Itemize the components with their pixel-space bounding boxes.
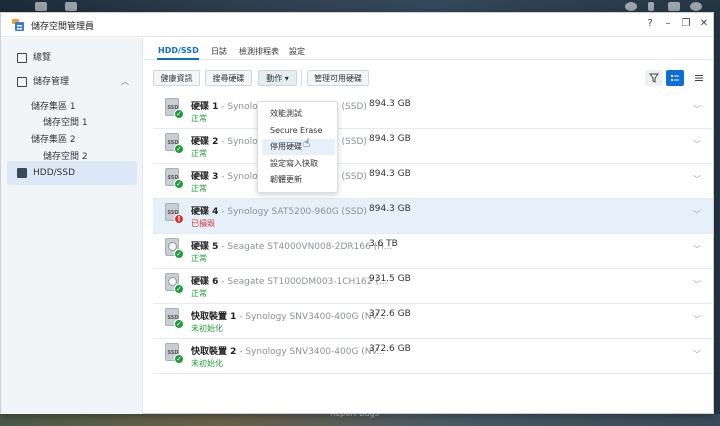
widget-icon[interactable]	[668, 2, 680, 11]
caret-down-icon: ▾	[284, 74, 289, 83]
list-item[interactable]: SSD ✓ 快取裝置 2 - Synology SNV3400-400G (NV…	[153, 339, 713, 374]
tab-hdd-ssd[interactable]: HDD/SSD	[158, 46, 199, 55]
list-item[interactable]: SSD ✓ 硬碟 1 - Synology SAT5200-960G (SSD)…	[153, 94, 713, 129]
menu-item-write-cache[interactable]: 設定寫入快取	[262, 156, 335, 172]
chevron-up-icon[interactable]: ︿	[121, 70, 129, 94]
storage-manager-icon	[12, 19, 24, 31]
storage-manager-window: 儲存空間管理員 ? – ❐ ✕ 總覽 儲存管理 ︿ 儲存集區 1 儲存空間 1 …	[0, 12, 714, 414]
error-icon: !	[174, 214, 184, 224]
taskbar-app-icon[interactable]	[65, 2, 77, 11]
health-info-button[interactable]: 健康資訊	[153, 70, 200, 86]
user-icon[interactable]	[648, 2, 654, 11]
list-item[interactable]: ✓ 硬碟 5 - Seagate ST4000VN008-2DR166 (H..…	[153, 234, 713, 269]
sidebar-item-label: HDD/SSD	[33, 168, 76, 178]
list-view-icon[interactable]	[666, 70, 684, 86]
chevron-down-icon[interactable]: ﹀	[693, 139, 701, 150]
list-item[interactable]: SSD ✓ 硬碟 2 - Synology SAT5200-960G (SSD)…	[153, 129, 713, 164]
main-panel: HDD/SSD 日誌 檢測排程表 設定 健康資訊 搜尋硬碟 動作 ▾ 管理可用硬…	[144, 38, 713, 414]
sidebar-item-overview[interactable]: 總覽	[7, 46, 137, 70]
sidebar-item-volume1[interactable]: 儲存空間 1	[43, 115, 88, 128]
disk-icon	[17, 168, 27, 178]
tab-log[interactable]: 日誌	[211, 46, 227, 57]
title-bar: 儲存空間管理員 ? – ❐ ✕	[1, 13, 713, 37]
storage-icon	[17, 77, 27, 87]
search-disk-button[interactable]: 搜尋硬碟	[205, 70, 252, 86]
close-icon[interactable]: ✕	[697, 17, 711, 31]
chevron-down-icon[interactable]: ﹀	[693, 104, 701, 115]
disk-status: 正常	[191, 254, 207, 263]
list-item[interactable]: ✓ 硬碟 6 - Seagate ST1000DM003-1CH162 (...…	[153, 269, 713, 304]
overview-icon	[17, 53, 27, 63]
sidebar-item-storage[interactable]: 儲存管理 ︿	[7, 70, 137, 94]
disk-capacity: 894.3 GB	[369, 204, 411, 214]
menu-item-deactivate-disk[interactable]: 停用硬碟	[262, 139, 335, 155]
chevron-down-icon[interactable]: ﹀	[693, 244, 701, 255]
action-button[interactable]: 動作 ▾	[258, 70, 297, 86]
maximize-icon[interactable]: ❐	[679, 17, 693, 31]
disk-name: 快取裝置 2 - Synology SNV3400-400G (NV...	[191, 347, 386, 357]
action-dropdown-menu: 效能測試 Secure Erase 停用硬碟 設定寫入快取 韌體更新	[257, 101, 338, 193]
list-item[interactable]: SSD ✓ 快取裝置 1 - Synology SNV3400-400G (NV…	[153, 304, 713, 339]
disk-name: 硬碟 6 - Seagate ST1000DM003-1CH162 (...	[191, 277, 388, 287]
sidebar-item-pool2[interactable]: 儲存集區 2	[31, 132, 76, 145]
help-icon[interactable]: ?	[643, 17, 657, 31]
taskbar-app-icon[interactable]	[35, 2, 47, 11]
ok-check-icon: ✓	[174, 109, 184, 119]
sidebar-item-label: 總覽	[33, 53, 52, 63]
ok-check-icon: ✓	[174, 354, 184, 364]
manage-available-disks-button[interactable]: 管理可用硬碟	[307, 70, 369, 86]
chevron-down-icon[interactable]: ﹀	[693, 314, 701, 325]
chevron-down-icon[interactable]: ﹀	[693, 209, 701, 220]
chevron-down-icon[interactable]: ﹀	[693, 174, 701, 185]
menu-item-performance-test[interactable]: 效能測試	[262, 106, 335, 122]
disk-name: 快取裝置 1 - Synology SNV3400-400G (NV...	[191, 312, 386, 322]
disk-capacity: 372.6 GB	[369, 309, 411, 319]
disk-status: 已損毀	[191, 219, 215, 228]
disk-capacity: 894.3 GB	[369, 99, 411, 109]
sidebar-item-hdd-ssd[interactable]: HDD/SSD	[7, 161, 137, 185]
disk-status: 正常	[191, 149, 207, 158]
ok-check-icon: ✓	[174, 144, 184, 154]
minimize-icon[interactable]: –	[661, 17, 675, 31]
tab-bar: HDD/SSD 日誌 檢測排程表 設定	[144, 38, 713, 60]
chevron-down-icon[interactable]: ﹀	[693, 349, 701, 360]
disk-status: 未初始化	[191, 359, 223, 368]
disk-name: 硬碟 4 - Synology SAT5200-960G (SSD)	[191, 207, 367, 217]
sidebar: 總覽 儲存管理 ︿ 儲存集區 1 儲存空間 1 儲存集區 2 儲存空間 2 HD…	[1, 38, 143, 414]
tab-test-schedule[interactable]: 檢測排程表	[239, 46, 279, 57]
disk-status: 未初始化	[191, 324, 223, 333]
ok-check-icon: ✓	[174, 319, 184, 329]
action-label: 動作	[266, 74, 283, 83]
window-title: 儲存空間管理員	[31, 22, 95, 32]
disk-status: 正常	[191, 289, 207, 298]
menu-item-firmware-update[interactable]: 韌體更新	[262, 172, 335, 188]
ok-check-icon: ✓	[174, 179, 184, 189]
chevron-down-icon[interactable]: ﹀	[693, 279, 701, 290]
disk-capacity: 372.6 GB	[369, 344, 411, 354]
detail-view-icon[interactable]	[690, 70, 708, 86]
notification-icon[interactable]	[625, 2, 637, 11]
sidebar-item-pool1[interactable]: 儲存集區 1	[31, 99, 76, 112]
toolbar-divider	[301, 70, 302, 86]
tab-settings[interactable]: 設定	[289, 46, 305, 57]
ok-check-icon: ✓	[174, 249, 184, 259]
list-item[interactable]: SSD ! 硬碟 4 - Synology SAT5200-960G (SSD)…	[153, 199, 713, 234]
disk-capacity: 894.3 GB	[369, 169, 411, 179]
menu-item-secure-erase[interactable]: Secure Erase	[262, 123, 335, 139]
filter-icon[interactable]	[645, 70, 663, 86]
search-icon[interactable]	[690, 2, 702, 11]
disk-capacity: 894.3 GB	[369, 134, 411, 144]
sidebar-item-label: 儲存管理	[33, 77, 70, 87]
disk-name: 硬碟 5 - Seagate ST4000VN008-2DR166 (H...	[191, 242, 393, 252]
desktop-taskbar	[0, 0, 720, 12]
ok-check-icon: ✓	[174, 284, 184, 294]
disk-status: 正常	[191, 184, 207, 193]
disk-status: 正常	[191, 114, 207, 123]
list-item[interactable]: SSD ✓ 硬碟 3 - Synology SAT5200-960G (SSD)…	[153, 164, 713, 199]
disk-capacity: 3.6 TB	[369, 239, 398, 249]
hand-cursor-icon: ☝	[303, 136, 311, 150]
disk-capacity: 931.5 GB	[369, 274, 411, 284]
active-tab-indicator	[157, 58, 199, 60]
